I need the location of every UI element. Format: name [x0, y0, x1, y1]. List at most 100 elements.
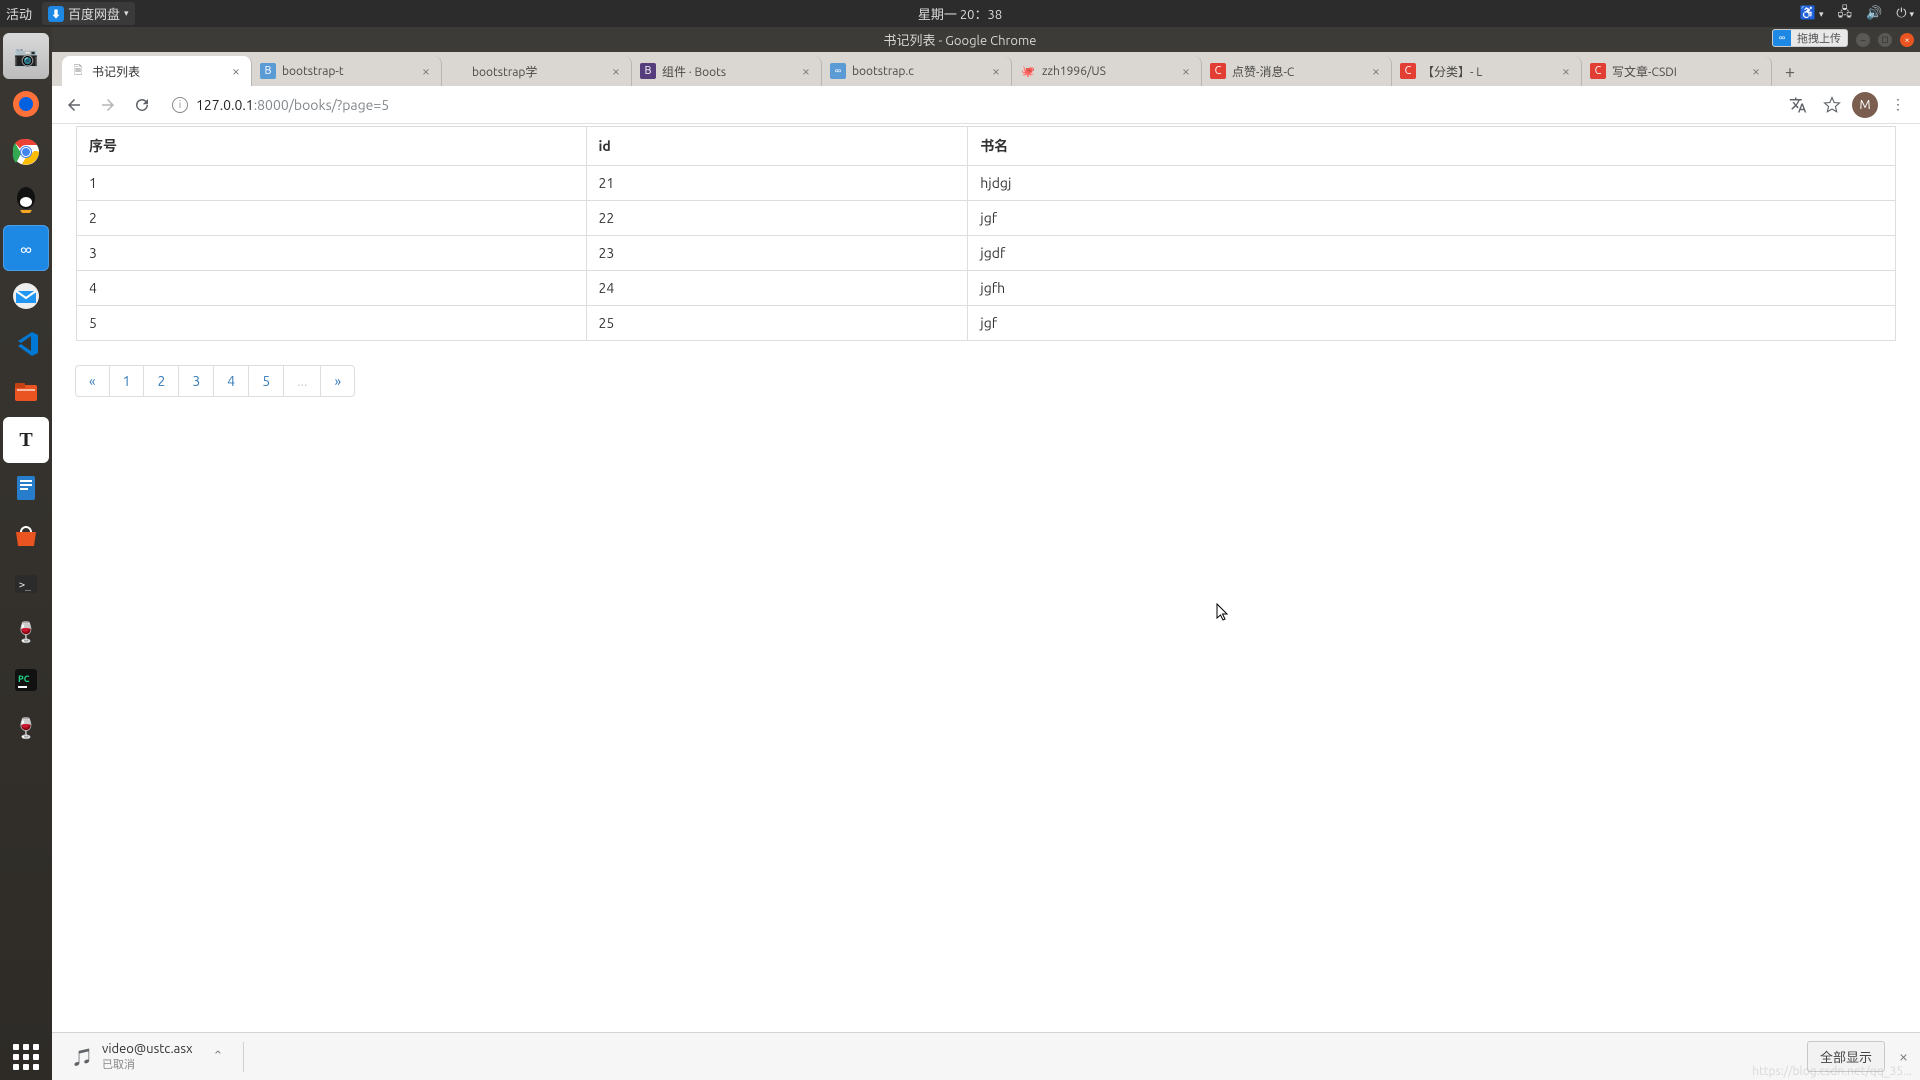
close-icon[interactable]: ×: [229, 64, 243, 78]
table-header-row: 序号 id 书名: [77, 127, 1895, 166]
close-icon[interactable]: ×: [1179, 64, 1193, 78]
csdn-icon: C: [1400, 63, 1416, 79]
page-ellipsis: ...: [283, 365, 321, 397]
table-cell: jgdf: [968, 236, 1895, 271]
minimize-button[interactable]: –: [1856, 33, 1870, 47]
github-icon: 🐙: [1020, 63, 1036, 79]
dock-chrome[interactable]: [3, 129, 49, 175]
accessibility-icon[interactable]: ♿ ▾: [1800, 6, 1824, 21]
dock-vscode[interactable]: [3, 321, 49, 367]
download-status: 已取消: [102, 1056, 193, 1072]
table-cell: 22: [586, 201, 968, 236]
download-item[interactable]: ♫ video@ustc.asx 已取消 ⌃: [64, 1038, 233, 1076]
watermark: https://blog.csdn.net/qq_35...: [1752, 1065, 1912, 1078]
tab-3[interactable]: B 组件 · Boots ×: [632, 56, 822, 86]
volume-icon[interactable]: 🔊: [1866, 6, 1882, 21]
back-button[interactable]: [60, 91, 88, 119]
omnibox[interactable]: i 127.0.0.1:8000/books/?page=5: [162, 91, 1778, 119]
dock-typora[interactable]: T: [3, 417, 49, 463]
clock[interactable]: 星期一 20：38: [918, 4, 1002, 23]
dock-files[interactable]: [3, 369, 49, 415]
baidupan-icon: ⬇: [48, 6, 64, 22]
close-icon[interactable]: ×: [799, 64, 813, 78]
table-cell: hjdgj: [968, 166, 1895, 201]
new-tab-button[interactable]: +: [1776, 58, 1804, 86]
maximize-button[interactable]: ◻: [1878, 33, 1892, 47]
network-icon[interactable]: 🖧: [1838, 3, 1853, 25]
tab-8[interactable]: C 写文章-CSDI ×: [1582, 56, 1772, 86]
bootstrap-icon: B: [260, 63, 276, 79]
chrome-window: 🗎 书记列表 × B bootstrap-t × bootstrap学 × B …: [52, 52, 1920, 1080]
tab-2[interactable]: bootstrap学 ×: [442, 56, 632, 86]
page-5[interactable]: 5: [248, 365, 284, 397]
dock-mail[interactable]: [3, 273, 49, 319]
th-name: 书名: [968, 127, 1895, 166]
separator: [243, 1042, 244, 1072]
chrome-titlebar: 书记列表 - Google Chrome – ◻ ×: [0, 27, 1920, 52]
table-cell: 21: [586, 166, 968, 201]
music-file-icon: ♫: [74, 1044, 92, 1070]
tab-1[interactable]: B bootstrap-t ×: [252, 56, 442, 86]
activities-button[interactable]: 活动: [6, 4, 32, 23]
dock-store[interactable]: [3, 513, 49, 559]
th-seq: 序号: [77, 127, 586, 166]
translate-icon[interactable]: [1784, 91, 1812, 119]
tab-6[interactable]: C 点赞-消息-C ×: [1202, 56, 1392, 86]
forward-button[interactable]: [94, 91, 122, 119]
show-apps-button[interactable]: [13, 1044, 39, 1070]
reload-button[interactable]: [128, 91, 156, 119]
close-icon[interactable]: ×: [1369, 64, 1383, 78]
dock-wine2[interactable]: 🍷: [3, 705, 49, 751]
page-prev[interactable]: «: [75, 365, 110, 397]
tab-4[interactable]: ∞ bootstrap.c ×: [822, 56, 1012, 86]
dock: 📷 ∞ T >_ 🍷 PC 🍷: [0, 27, 52, 1080]
page-2[interactable]: 2: [143, 365, 179, 397]
close-icon[interactable]: ×: [989, 64, 1003, 78]
table-cell: 25: [586, 306, 968, 341]
bookmark-icon[interactable]: [1818, 91, 1846, 119]
close-button[interactable]: ×: [1900, 33, 1914, 47]
downloads-close-icon[interactable]: ×: [1899, 1048, 1908, 1066]
close-icon[interactable]: ×: [1559, 64, 1573, 78]
page-1[interactable]: 1: [109, 365, 145, 397]
profile-avatar[interactable]: M: [1852, 92, 1878, 118]
page-next[interactable]: »: [320, 365, 355, 397]
svg-text:PC: PC: [18, 674, 30, 684]
dock-terminal[interactable]: >_: [3, 561, 49, 607]
chevron-up-icon[interactable]: ⌃: [213, 1049, 224, 1064]
tab-7[interactable]: C 【分类】- L ×: [1392, 56, 1582, 86]
books-table: 序号 id 书名 121hjdgj222jgf323jgdf424jgfh525…: [77, 127, 1895, 340]
dock-pycharm[interactable]: PC: [3, 657, 49, 703]
tab-5[interactable]: 🐙 zzh1996/US ×: [1012, 56, 1202, 86]
page-3[interactable]: 3: [178, 365, 214, 397]
blank-icon: [450, 63, 466, 79]
close-icon[interactable]: ×: [1749, 64, 1763, 78]
table-cell: 24: [586, 271, 968, 306]
dock-wine[interactable]: 🍷: [3, 609, 49, 655]
table-row: 323jgdf: [77, 236, 1895, 271]
dock-firefox[interactable]: [3, 81, 49, 127]
menu-icon[interactable]: ⋮: [1884, 91, 1912, 119]
dock-baidupan[interactable]: ∞: [3, 225, 49, 271]
dock-camera[interactable]: 📷: [3, 33, 49, 79]
page-4[interactable]: 4: [213, 365, 249, 397]
table-cell: jgf: [968, 306, 1895, 341]
tab-0[interactable]: 🗎 书记列表 ×: [62, 56, 252, 86]
app-menu[interactable]: ⬇ 百度网盘 ▾: [42, 2, 135, 25]
th-id: id: [586, 127, 968, 166]
dock-writer[interactable]: [3, 465, 49, 511]
close-icon[interactable]: ×: [419, 64, 433, 78]
file-icon: 🗎: [70, 63, 86, 79]
table-cell: 23: [586, 236, 968, 271]
power-icon[interactable]: ⏻ ▾: [1896, 6, 1914, 21]
download-filename: video@ustc.asx: [102, 1042, 193, 1056]
table-cell: 3: [77, 236, 586, 271]
download-bar: ♫ video@ustc.asx 已取消 ⌃ 全部显示 ×: [52, 1032, 1920, 1080]
close-icon[interactable]: ×: [609, 64, 623, 78]
upload-badge[interactable]: ∞ 拖拽上传: [1772, 29, 1848, 47]
cloud-icon: ∞: [1773, 30, 1791, 46]
dock-qq[interactable]: [3, 177, 49, 223]
table-cell: 5: [77, 306, 586, 341]
bootstrap-icon: ∞: [830, 63, 846, 79]
site-info-icon[interactable]: i: [172, 97, 188, 113]
